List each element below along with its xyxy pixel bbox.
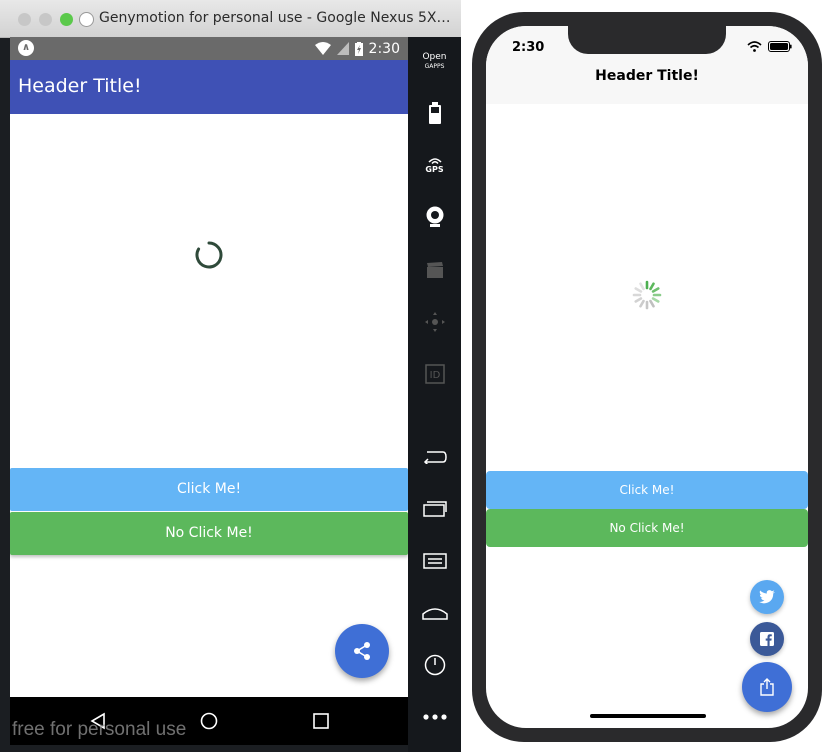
personal-use-watermark: free for personal use	[12, 719, 187, 740]
iphone-simulator: Header Title! 2:30 Click Me! No Click Me…	[472, 12, 822, 742]
ios-share-fab[interactable]	[742, 662, 792, 712]
twitter-bird-icon	[759, 590, 775, 604]
window-close-button[interactable]	[18, 13, 31, 26]
iphone-notch	[568, 26, 726, 54]
battery-widget-button[interactable]	[408, 96, 461, 130]
ios-header-title: Header Title!	[595, 68, 699, 84]
home-button[interactable]	[197, 709, 221, 733]
genymotion-toolbar: Open GAPPS GPS ID	[408, 37, 461, 752]
dpad-widget-button[interactable]	[408, 305, 461, 339]
toolbar-more-button[interactable]	[408, 700, 461, 734]
webcam-icon	[426, 206, 443, 227]
facebook-icon	[760, 632, 774, 646]
clapperboard-icon	[426, 262, 443, 278]
menu-icon	[422, 553, 447, 569]
home-outline-icon	[421, 608, 448, 620]
device-id-icon: ID	[424, 364, 445, 384]
device-id-widget-button[interactable]: ID	[408, 357, 461, 391]
genymotion-window: Genymotion for personal use - Google Nex…	[0, 0, 461, 752]
opengapps-sublabel: GAPPS	[424, 63, 445, 70]
window-minimize-button[interactable]	[39, 13, 52, 26]
toolbar-back-button[interactable]	[408, 440, 461, 474]
id-label: ID	[429, 370, 440, 381]
ios-home-indicator[interactable]	[590, 714, 706, 718]
dpad-icon	[424, 312, 445, 332]
ios-no-click-me-button[interactable]: No Click Me!	[486, 509, 808, 547]
gps-label: GPS	[425, 165, 444, 174]
ios-click-me-button[interactable]: Click Me!	[486, 471, 808, 509]
window-titlebar: Genymotion for personal use - Google Nex…	[0, 0, 461, 38]
wifi-icon	[747, 41, 762, 52]
gps-signal-icon	[427, 158, 442, 165]
window-title: Genymotion for personal use - Google Nex…	[99, 10, 454, 26]
android-no-click-me-button[interactable]: No Click Me!	[10, 512, 408, 555]
ios-status-time: 2:30	[512, 40, 545, 55]
facebook-share-button[interactable]	[750, 622, 784, 656]
android-click-me-button[interactable]: Click Me!	[10, 468, 408, 511]
battery-icon	[354, 41, 363, 56]
android-header: Header Title!	[10, 60, 408, 114]
ios-activity-indicator-icon	[632, 280, 662, 310]
share-action-icon	[760, 678, 774, 696]
android-status-bar: ∧ 2:30	[10, 37, 408, 60]
android-loading-spinner-icon	[195, 241, 223, 269]
signal-icon	[336, 42, 349, 55]
home-circle-icon	[200, 712, 218, 730]
battery-icon	[428, 102, 441, 124]
back-arrow-icon	[423, 451, 447, 464]
recent-apps-icon	[422, 501, 447, 517]
share-icon	[354, 642, 370, 660]
battery-icon	[768, 41, 792, 52]
opengapps-icon: Open GAPPS	[422, 53, 446, 71]
android-share-fab[interactable]	[335, 624, 389, 678]
gps-widget-button[interactable]: GPS	[408, 148, 461, 182]
toolbar-menu-button[interactable]	[408, 544, 461, 578]
android-status-time: 2:30	[368, 40, 400, 57]
wifi-icon	[314, 42, 331, 55]
power-icon	[424, 654, 445, 676]
ios-screen: Header Title! 2:30 Click Me! No Click Me…	[486, 26, 808, 728]
opengapps-button[interactable]: Open GAPPS	[408, 45, 461, 79]
more-dots-icon	[422, 714, 447, 720]
webcam-widget-button[interactable]	[408, 200, 461, 234]
toolbar-home-button[interactable]	[408, 596, 461, 630]
opengapps-label: Open	[422, 52, 447, 62]
twitter-share-button[interactable]	[750, 580, 784, 614]
media-widget-button[interactable]	[408, 253, 461, 287]
react-native-notification-icon: ∧	[18, 40, 34, 56]
android-screen: ∧ 2:30 Header Title! Click Me! No Click …	[10, 37, 408, 697]
recents-button[interactable]	[309, 709, 333, 733]
recents-square-icon	[313, 713, 329, 729]
toolbar-power-button[interactable]	[408, 648, 461, 682]
window-zoom-button[interactable]	[60, 13, 73, 26]
android-header-title: Header Title!	[18, 75, 142, 97]
genymotion-logo-icon	[79, 12, 94, 27]
toolbar-recents-button[interactable]	[408, 492, 461, 526]
